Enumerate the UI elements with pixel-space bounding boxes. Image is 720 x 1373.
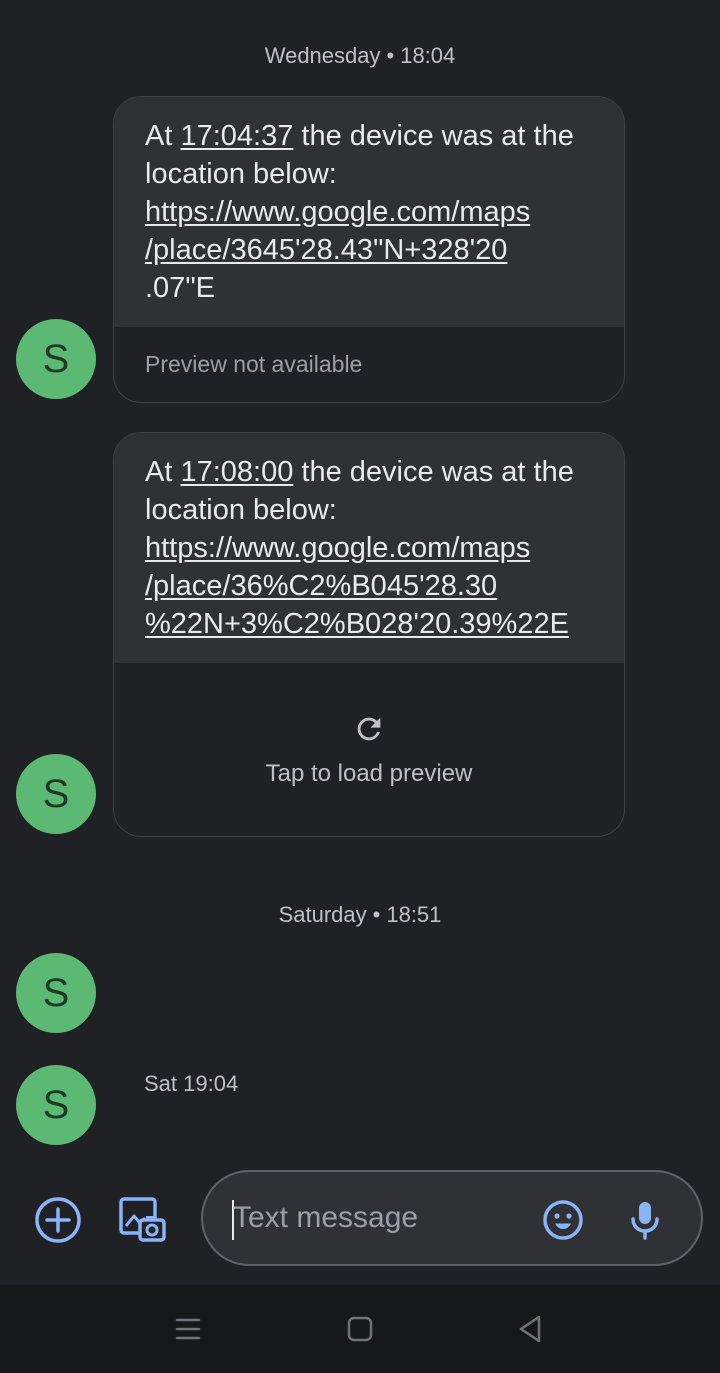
date-time: 18:51 <box>386 902 442 927</box>
message-text: At 17:08:00 the device was at the locati… <box>114 433 624 663</box>
gallery-camera-button[interactable] <box>114 1192 170 1248</box>
url-line[interactable]: .07"E <box>145 272 215 304</box>
back-triangle-icon <box>519 1315 541 1343</box>
refresh-icon <box>357 717 381 740</box>
load-preview-label: Tap to load preview <box>265 759 473 787</box>
composer-bar: Text message <box>0 1168 720 1268</box>
avatar[interactable]: S <box>16 319 96 399</box>
message-input-placeholder: Text message <box>233 1201 419 1234</box>
url-line[interactable]: /place/36%C2%B045'28.30 <box>145 570 497 602</box>
emoji-button[interactable] <box>541 1198 585 1242</box>
avatar[interactable]: S <box>16 953 96 1033</box>
time-link[interactable]: 17:08:00 <box>180 456 293 488</box>
url-line[interactable]: https://www.google.com/maps <box>145 196 530 228</box>
load-preview-button[interactable]: Tap to load preview <box>114 663 624 836</box>
link-preview-unavailable: Preview not available <box>145 351 363 377</box>
voice-input-button[interactable] <box>623 1198 667 1242</box>
plus-circle-icon <box>35 1197 81 1243</box>
message-input[interactable]: Text message <box>201 1170 703 1266</box>
date-dot: • <box>372 902 381 927</box>
message-prefix: At <box>145 456 181 488</box>
date-day: Saturday <box>278 902 367 927</box>
url-line[interactable]: https://www.google.com/maps <box>145 532 530 564</box>
date-day: Wednesday <box>264 43 381 68</box>
back-button[interactable] <box>506 1307 554 1351</box>
message-timestamp: Sat 19:04 <box>144 1071 239 1096</box>
message-bubble[interactable]: At 17:08:00 the device was at the locati… <box>113 432 625 837</box>
menu-lines-icon <box>175 1318 201 1340</box>
recent-apps-button[interactable] <box>164 1309 212 1349</box>
emoji-icon <box>543 1200 583 1240</box>
system-navigation-bar <box>0 1285 720 1373</box>
date-separator: Saturday • 18:51 <box>0 902 720 928</box>
message-bubble[interactable]: At 17:04:37 the device was at the locati… <box>113 96 625 403</box>
message-prefix: At <box>145 120 181 152</box>
date-separator: Wednesday • 18:04 <box>0 43 720 69</box>
url-line[interactable]: /place/3645'28.43"N+328'20 <box>145 234 507 266</box>
square-home-icon <box>347 1316 373 1342</box>
gallery-camera-icon <box>119 1197 166 1242</box>
add-attachment-button[interactable] <box>30 1192 86 1248</box>
message-text: At 17:04:37 the device was at the locati… <box>114 97 624 327</box>
avatar[interactable]: S <box>16 754 96 834</box>
date-dot: • <box>386 43 395 68</box>
url-line[interactable]: %22N+3%C2%B028'20.39%22E <box>145 608 569 640</box>
microphone-icon <box>631 1202 659 1240</box>
date-time: 18:04 <box>400 43 456 68</box>
time-link[interactable]: 17:04:37 <box>180 120 293 152</box>
home-button[interactable] <box>336 1307 384 1351</box>
avatar[interactable]: S <box>16 1065 96 1145</box>
